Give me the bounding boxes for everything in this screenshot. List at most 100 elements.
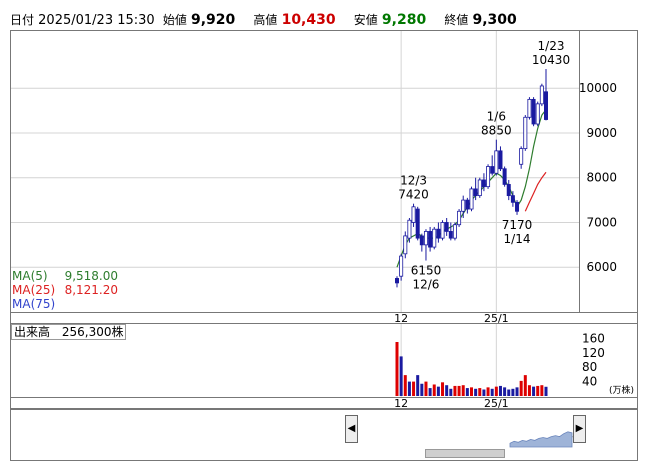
candle-body: [452, 224, 457, 239]
navigator-right-handle[interactable]: ▶: [573, 415, 586, 443]
volume-bar: [532, 386, 536, 396]
high-annotation-price: 7420: [398, 188, 429, 202]
volume-tick-label: 80: [582, 360, 597, 374]
low-annotation-price: 7170: [502, 218, 533, 232]
candle-body: [498, 150, 503, 170]
candle-body: [519, 148, 524, 165]
ma5-value: 9,518.00: [64, 269, 118, 283]
candle-body: [448, 231, 453, 239]
navigator-scrollbar-thumb[interactable]: [425, 449, 505, 458]
candle-body: [399, 255, 404, 277]
candle-body: [486, 166, 491, 188]
volume-bar: [449, 388, 453, 396]
volume-bar: [507, 389, 511, 396]
price-tick-label: 10000: [579, 81, 617, 95]
volume-bar: [540, 385, 544, 396]
date-tick-label: 12: [394, 312, 408, 325]
ma5-label: MA(5): [12, 269, 48, 283]
candle-body: [539, 85, 544, 105]
volume-bar: [432, 384, 436, 396]
candle-body: [419, 235, 424, 246]
candle-body: [506, 184, 511, 197]
volume-bar: [478, 388, 482, 396]
candle-body: [523, 116, 528, 150]
volume-bar: [486, 387, 490, 396]
volume-bar: [494, 386, 498, 396]
volume-bar: [407, 381, 411, 396]
candle-body: [535, 103, 540, 125]
high-annotation-date: 1/6: [487, 110, 506, 124]
low-annotation-date: 1/14: [504, 232, 531, 246]
volume-bar: [428, 388, 432, 396]
volume-tick-label: 160: [582, 331, 605, 345]
volume-bar: [445, 385, 449, 396]
candle-body: [432, 228, 437, 248]
volume-bar: [519, 380, 523, 396]
volume-bar: [490, 388, 494, 396]
ma-legend-row: MA(25) 8,121.20: [12, 283, 118, 297]
volume-legend: 出来高 256,300株: [11, 324, 127, 340]
volume-bar: [503, 387, 507, 396]
volume-bar: [412, 381, 416, 396]
ma-legend-row: MA(75): [12, 297, 118, 311]
candle-body: [544, 91, 549, 120]
candle-body: [457, 210, 462, 226]
volume-bar: [424, 381, 428, 396]
ma75-label: MA(75): [12, 297, 56, 311]
ma25-value: 8,121.20: [64, 283, 118, 297]
volume-bar: [474, 388, 478, 396]
volume-bar: [536, 385, 540, 396]
candle-body: [436, 228, 441, 239]
volume-bar: [420, 383, 424, 396]
candle-body: [481, 179, 486, 188]
volume-bar: [403, 375, 407, 396]
volume-bar: [511, 388, 515, 396]
candle-body: [423, 231, 428, 246]
volume-bar: [470, 387, 473, 396]
range-navigator[interactable]: [10, 409, 638, 461]
date-tick-label: 25/1: [484, 312, 509, 325]
volume-bar: [461, 385, 465, 396]
candle-body: [502, 168, 507, 185]
volume-bar: [457, 385, 461, 396]
candle-body: [444, 222, 449, 232]
moving-average-legend: MA(5) 9,518.00 MA(25) 8,121.20 MA(75): [12, 269, 118, 311]
high-annotation-date: 1/23: [538, 39, 565, 53]
candle-body: [473, 188, 478, 197]
volume-label: 出来高: [14, 325, 51, 339]
volume-bar: [523, 375, 527, 396]
price-tick-label: 8000: [586, 171, 617, 185]
volume-bar: [482, 389, 486, 396]
volume-bar: [498, 385, 502, 396]
candle-body: [440, 222, 445, 239]
candle-body: [394, 278, 399, 284]
candle-body: [407, 219, 412, 239]
volume-tick-label: 40: [582, 375, 597, 389]
candle-body: [490, 166, 495, 174]
ma-legend-row: MA(5) 9,518.00: [12, 269, 118, 283]
price-tick-label: 6000: [586, 260, 617, 274]
volume-bar: [465, 388, 469, 396]
volume-unit-label: (万株): [609, 384, 634, 396]
volume-bar: [416, 375, 420, 396]
chart-svg: 600070008000900010000121225/125/11/23104…: [11, 31, 634, 448]
candle-body: [515, 201, 520, 212]
volume-value: 256,300株: [61, 325, 124, 339]
high-annotation-price: 8850: [481, 124, 512, 138]
navigator-left-handle[interactable]: ◀: [345, 415, 358, 443]
high-annotation-date: 12/3: [400, 174, 427, 188]
volume-tick-label: 120: [582, 346, 605, 360]
price-tick-label: 9000: [586, 126, 617, 140]
ma25-label: MA(25): [12, 283, 56, 297]
high-annotation-price: 10430: [532, 53, 570, 67]
volume-bar: [527, 385, 531, 396]
candle-body: [527, 98, 532, 118]
volume-bar: [453, 385, 457, 396]
candle-body: [469, 188, 474, 210]
low-annotation-date: 12/6: [412, 278, 439, 292]
candle-body: [428, 231, 433, 248]
candle-body: [494, 150, 499, 174]
volume-bar: [544, 386, 548, 396]
low-annotation-price: 6150: [411, 264, 442, 278]
volume-bar: [515, 387, 519, 396]
